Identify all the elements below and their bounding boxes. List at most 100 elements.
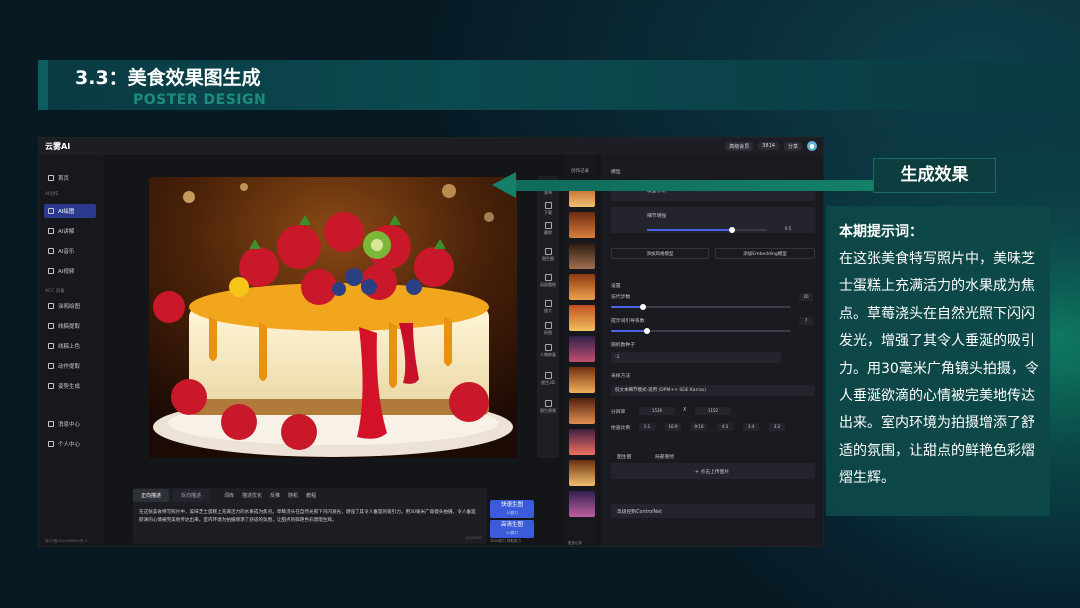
add-style-model-button[interactable]: 添加风格模型 [611, 248, 709, 259]
tab-positive[interactable]: 正向描述 [133, 489, 170, 502]
tool-download[interactable]: 下载 [537, 202, 559, 216]
tool-face-fix[interactable]: 人物修复 [537, 344, 559, 358]
tool-delete[interactable]: 删除 [537, 222, 559, 236]
sampler-label: 采样方法 [611, 374, 631, 379]
sidebar-item-profile[interactable]: 个人中心 [44, 437, 96, 451]
history-thumb[interactable] [569, 305, 595, 331]
model-weight-value[interactable]: 0.5 [781, 225, 795, 233]
cfg-value[interactable]: 7 [799, 317, 813, 325]
prompt-tool-optimize[interactable]: 描述优化 [242, 492, 262, 499]
settings-heading: 设置 [611, 284, 621, 289]
slide-title: 3.3：美食效果图生成 [75, 67, 261, 89]
tab-negative[interactable]: 反向描述 [173, 489, 210, 502]
steps-slider[interactable] [611, 304, 791, 310]
tool-cutout[interactable]: 抠图 [537, 322, 559, 336]
history-title: 创作记录 [571, 169, 589, 174]
tool-video[interactable]: 图生视频 [537, 400, 559, 414]
sidebar-item-pose[interactable]: 姿势生成 [44, 379, 96, 393]
share-chip[interactable]: 分享 [783, 141, 802, 151]
explain-icon [48, 228, 54, 234]
arrow-head-icon [492, 172, 516, 198]
seed-input[interactable]: -1 [611, 352, 781, 363]
pose-icon [48, 383, 54, 389]
user-icon [48, 441, 54, 447]
bell-icon [48, 421, 54, 427]
history-thumb[interactable] [569, 336, 595, 362]
height-input[interactable]: 1152 [695, 407, 731, 415]
sidebar-item-ai-video[interactable]: AI视频 [44, 264, 96, 278]
inpaint-icon [544, 274, 552, 281]
music-icon [48, 248, 54, 254]
width-input[interactable]: 1536 [639, 407, 675, 415]
sidebar-item-ai-explain[interactable]: AI讲解 [44, 224, 96, 238]
download-icon [544, 202, 552, 209]
ratio-16-9[interactable]: 16:9 [665, 423, 681, 431]
ratio-4-3[interactable]: 4:3 [717, 423, 733, 431]
callout-arrow [515, 180, 875, 191]
controlnet-row[interactable]: 高级控制ControlNet [611, 504, 815, 518]
controlnet-label: 高级控制ControlNet [617, 510, 662, 515]
ratio-label: 绘画比例 [611, 426, 631, 431]
doodle-icon [48, 303, 54, 309]
sidebar-item-home[interactable]: 首页 [44, 171, 96, 185]
prompt-text[interactable]: 在这张美食特写照片中，美味芝士蛋糕上充满活力的水果成为焦点。草莓浇头在自然光照下… [139, 509, 479, 525]
ratio-3-4[interactable]: 3:4 [743, 423, 759, 431]
prompt-tool-lexicon[interactable]: 词库 [224, 492, 234, 499]
history-thumb[interactable] [569, 429, 595, 455]
cube-icon [544, 372, 552, 379]
inpaint-tab[interactable]: 局部重绘 [655, 453, 674, 460]
tool-3d[interactable]: 图生3D [537, 372, 559, 386]
prompt-tool-reverse[interactable]: 反推 [270, 492, 280, 499]
ratio-1-1[interactable]: 1:1 [639, 423, 655, 431]
sidebar-item-messages[interactable]: 消息中心 [44, 417, 96, 431]
tool-upscale[interactable]: 放大 [537, 300, 559, 314]
sidebar-item-ai-music[interactable]: AI音乐 [44, 244, 96, 258]
steps-label: 迭代步数 [611, 295, 631, 300]
note-title: 本期提示词： [839, 224, 923, 240]
history-thumb[interactable] [569, 243, 595, 269]
tool-inpaint[interactable]: 局部重绘 [537, 274, 559, 288]
tool-img2img[interactable]: 图生图 [537, 248, 559, 262]
upscale-icon [544, 300, 552, 307]
cfg-slider[interactable] [611, 328, 791, 334]
upload-box[interactable]: + 点击上传图片 [611, 463, 815, 479]
icp-footer: 粤ICP备2023000892号-3 [45, 539, 87, 543]
fast-generate-button[interactable]: 快速生图 10算力 [490, 500, 534, 518]
history-thumb[interactable] [569, 367, 595, 393]
vip-chip[interactable]: 高级会员 [725, 141, 754, 151]
model-weight-slider[interactable] [647, 227, 767, 233]
sidebar-item-doodle[interactable]: 涂鸦绘图 [44, 299, 96, 313]
sidebar-item-lineart[interactable]: 线稿提取 [44, 319, 96, 333]
sidebar-item-ai-draw[interactable]: AI绘图 [44, 204, 96, 218]
history-thumb[interactable] [569, 491, 595, 517]
sampler-select[interactable]: 低文本细节模式-适用 (DPM++ SDE Karras) [611, 385, 815, 396]
cfg-label: 提示词引导系数 [611, 319, 645, 324]
sidebar-item-motion[interactable]: 动作提取 [44, 359, 96, 373]
image-toolbar: 发布 下载 删除 图生图 局部重绘 放大 抠图 人物修复 图生3D 图生视频 [537, 176, 559, 458]
points-chip[interactable]: 3814 [758, 142, 779, 150]
steps-value[interactable]: 20 [799, 293, 813, 301]
img2img-tab[interactable]: 图生图 [617, 453, 631, 460]
hq-generate-button[interactable]: 高清生图 20算力 [490, 520, 534, 538]
note-body: 在这张美食特写照片中，美味芝士蛋糕上充满活力的水果成为焦点。草莓浇头在自然光照下… [839, 251, 1039, 487]
generated-image[interactable] [149, 177, 517, 458]
palette-icon [48, 343, 54, 349]
ratio-9-16[interactable]: 9:16 [691, 423, 707, 431]
add-embedding-button[interactable]: 添加Embedding模型 [715, 248, 815, 259]
motion-icon [48, 363, 54, 369]
history-thumb[interactable] [569, 460, 595, 486]
sidebar: 首页 AI创作 AI绘图 AI讲解 AI音乐 AI视频 ACC 具备 涂鸦绘图 … [39, 155, 103, 546]
video-icon [544, 400, 552, 407]
sidebar-item-colorize[interactable]: 线稿上色 [44, 339, 96, 353]
history-more[interactable]: 更多记录 [568, 541, 582, 546]
prompt-tool-random[interactable]: 随机 [288, 492, 298, 499]
avatar[interactable]: ● [807, 141, 817, 151]
ratio-3-2[interactable]: 3:2 [769, 423, 785, 431]
app-logo[interactable]: 云雾AI [45, 141, 70, 152]
points-note[interactable]: 3000算力 获取算力 [490, 539, 521, 544]
prompt-tool-tutorial[interactable]: 教程 [306, 492, 316, 499]
trash-icon [544, 222, 552, 229]
history-thumb[interactable] [569, 274, 595, 300]
history-thumb[interactable] [569, 212, 595, 238]
history-thumb[interactable] [569, 398, 595, 424]
